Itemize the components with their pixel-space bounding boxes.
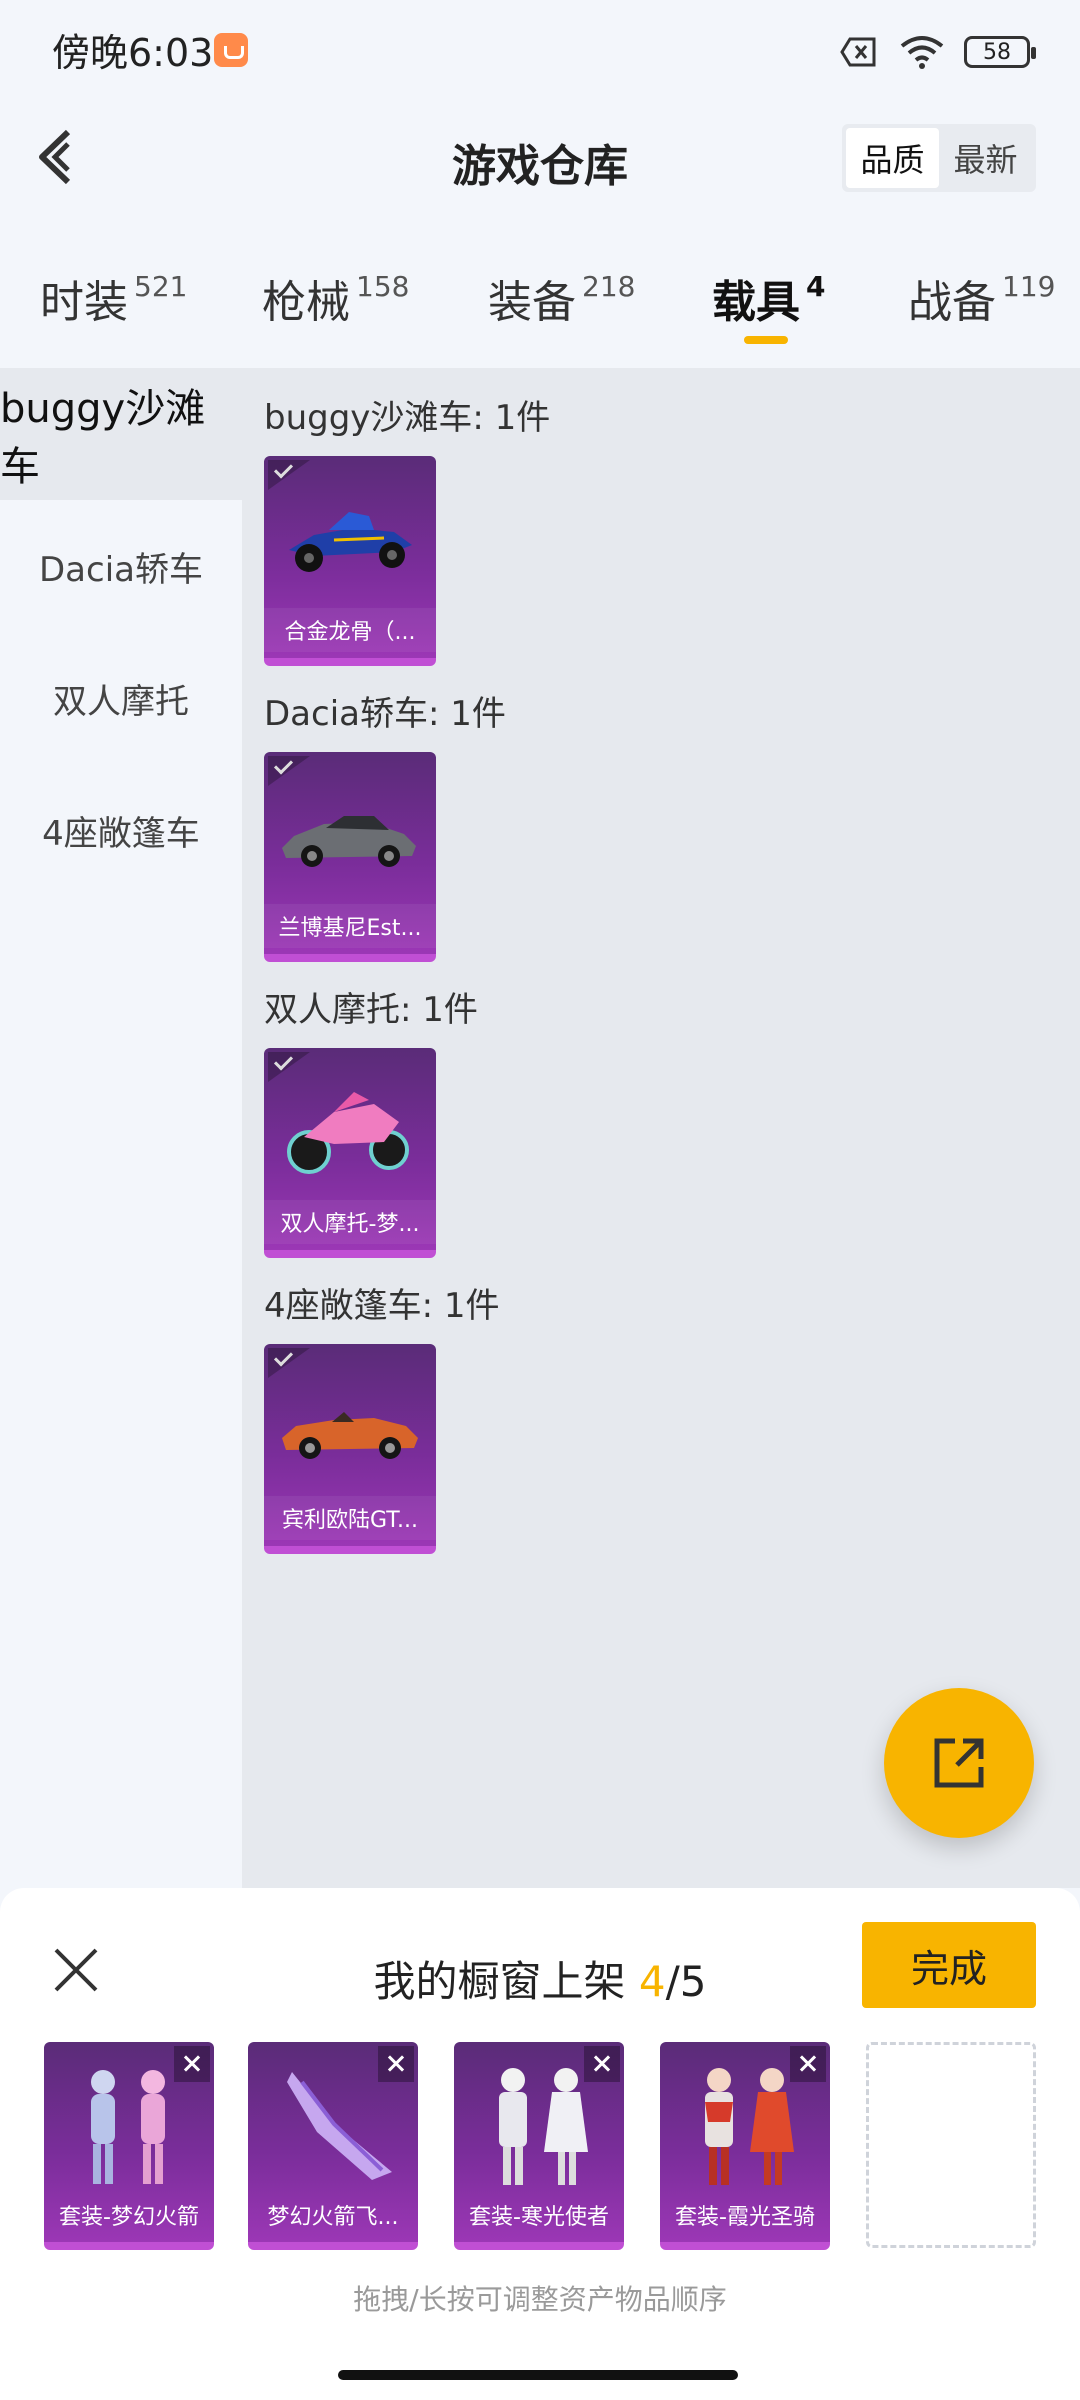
status-time: 傍晚6:03 bbox=[52, 31, 214, 75]
showcase-item-label: 梦幻火箭飞... bbox=[267, 2205, 399, 2230]
item-label: 合金龙骨（... bbox=[264, 608, 436, 652]
section-title: Dacia轿车: 1件 bbox=[264, 694, 506, 734]
home-indicator[interactable] bbox=[338, 2370, 738, 2380]
tab-indicator bbox=[744, 336, 788, 344]
check-icon bbox=[268, 1348, 310, 1378]
wifi-icon bbox=[900, 36, 944, 69]
tab-label: 时装 bbox=[40, 277, 128, 328]
share-button[interactable] bbox=[884, 1688, 1034, 1838]
tab-count: 158 bbox=[356, 270, 410, 303]
showcase-total-count: /5 bbox=[665, 1957, 707, 2006]
showcase-item[interactable]: 套装-梦幻火箭 bbox=[44, 2042, 214, 2250]
showcase-slots: 套装-梦幻火箭 梦幻火箭飞... 套装-寒光使者 套装-霞光圣骑 bbox=[44, 2042, 1044, 2252]
category-motorcycle[interactable]: 双人摩托 bbox=[0, 632, 242, 764]
motorcycle-image bbox=[287, 1092, 409, 1174]
sim-off-icon bbox=[840, 37, 876, 67]
tab-label: 战备 bbox=[908, 277, 996, 328]
check-icon bbox=[268, 460, 310, 490]
tab-count: 4 bbox=[806, 270, 826, 303]
status-bar: 傍晚6:03 58 bbox=[0, 0, 1080, 100]
tab-label: 载具 bbox=[712, 277, 800, 328]
tab-count: 521 bbox=[134, 270, 188, 303]
tab-equipment[interactable]: 装备 218 bbox=[488, 266, 635, 330]
tab-weapons[interactable]: 枪械 158 bbox=[262, 266, 409, 330]
glider-image bbox=[287, 2072, 392, 2180]
item-card[interactable]: 合金龙骨（... bbox=[264, 456, 436, 666]
outfit-image bbox=[705, 2068, 794, 2185]
section-title: 4座敞篷车: 1件 bbox=[264, 1286, 500, 1326]
status-icons: 58 bbox=[840, 30, 1036, 74]
showcase-item[interactable]: 套装-霞光圣骑 bbox=[660, 2042, 830, 2250]
category-buggy[interactable]: buggy沙滩车 bbox=[0, 368, 242, 500]
buggy-image bbox=[289, 512, 412, 572]
category-convertible[interactable]: 4座敞篷车 bbox=[0, 764, 242, 896]
sort-latest-button[interactable]: 最新 bbox=[939, 128, 1032, 188]
battery-icon: 58 bbox=[964, 36, 1036, 68]
showcase-title-text: 我的橱窗上架 bbox=[373, 1957, 639, 2006]
showcase-item-label: 套装-霞光圣骑 bbox=[675, 2205, 815, 2230]
item-card[interactable]: 双人摩托-梦... bbox=[264, 1048, 436, 1258]
check-icon bbox=[268, 756, 310, 786]
notification-app-icon bbox=[214, 33, 248, 67]
sort-toggle: 品质 最新 bbox=[842, 124, 1036, 192]
item-label: 兰博基尼Est... bbox=[264, 904, 436, 948]
empty-slot[interactable] bbox=[866, 2042, 1036, 2248]
reorder-hint: 拖拽/长按可调整资产物品顺序 bbox=[353, 2283, 727, 2316]
done-button[interactable]: 完成 bbox=[862, 1922, 1036, 2008]
section-title: buggy沙滩车: 1件 bbox=[264, 398, 551, 438]
item-label: 双人摩托-梦... bbox=[264, 1200, 436, 1244]
battery-level: 58 bbox=[983, 39, 1011, 65]
vehicle-content: buggy沙滩车: 1件 合金龙骨（... Dacia轿车: 1件 兰博基尼Es… bbox=[242, 368, 1080, 1888]
tab-count: 218 bbox=[582, 270, 636, 303]
sedan-image bbox=[282, 816, 416, 867]
tab-label: 装备 bbox=[488, 277, 576, 328]
showcase-item-label: 套装-寒光使者 bbox=[469, 2205, 609, 2230]
showcase-sheet: 我的橱窗上架 4/5 完成 套装-梦幻火箭 梦幻火箭飞... 套装-寒光使者 套… bbox=[0, 1888, 1080, 2400]
category-dacia[interactable]: Dacia轿车 bbox=[0, 500, 242, 632]
item-card[interactable]: 兰博基尼Est... bbox=[264, 752, 436, 962]
share-icon bbox=[934, 1738, 984, 1788]
outfit-image bbox=[91, 2070, 165, 2184]
outfit-image bbox=[499, 2068, 588, 2185]
tab-supplies[interactable]: 战备 119 bbox=[908, 266, 1055, 330]
showcase-item[interactable]: 梦幻火箭飞... bbox=[248, 2042, 418, 2250]
vehicle-category-list: buggy沙滩车 Dacia轿车 双人摩托 4座敞篷车 bbox=[0, 368, 242, 1888]
tab-count: 119 bbox=[1002, 270, 1056, 303]
item-label: 宾利欧陆GT... bbox=[264, 1496, 436, 1540]
check-icon bbox=[268, 1052, 310, 1082]
showcase-current-count: 4 bbox=[638, 1957, 666, 2006]
showcase-item-label: 套装-梦幻火箭 bbox=[59, 2205, 199, 2230]
tab-label: 枪械 bbox=[262, 277, 350, 328]
sort-quality-button[interactable]: 品质 bbox=[846, 128, 939, 188]
header: 游戏仓库 品质 最新 bbox=[0, 100, 1080, 216]
tab-fashion[interactable]: 时装 521 bbox=[40, 266, 187, 330]
item-card[interactable]: 宾利欧陆GT... bbox=[264, 1344, 436, 1554]
category-tabs: 时装 521 枪械 158 装备 218 载具 4 战备 119 bbox=[0, 236, 1080, 366]
section-title: 双人摩托: 1件 bbox=[264, 990, 478, 1030]
showcase-item[interactable]: 套装-寒光使者 bbox=[454, 2042, 624, 2250]
convertible-image bbox=[282, 1412, 418, 1459]
tab-vehicles[interactable]: 载具 4 bbox=[712, 266, 825, 330]
